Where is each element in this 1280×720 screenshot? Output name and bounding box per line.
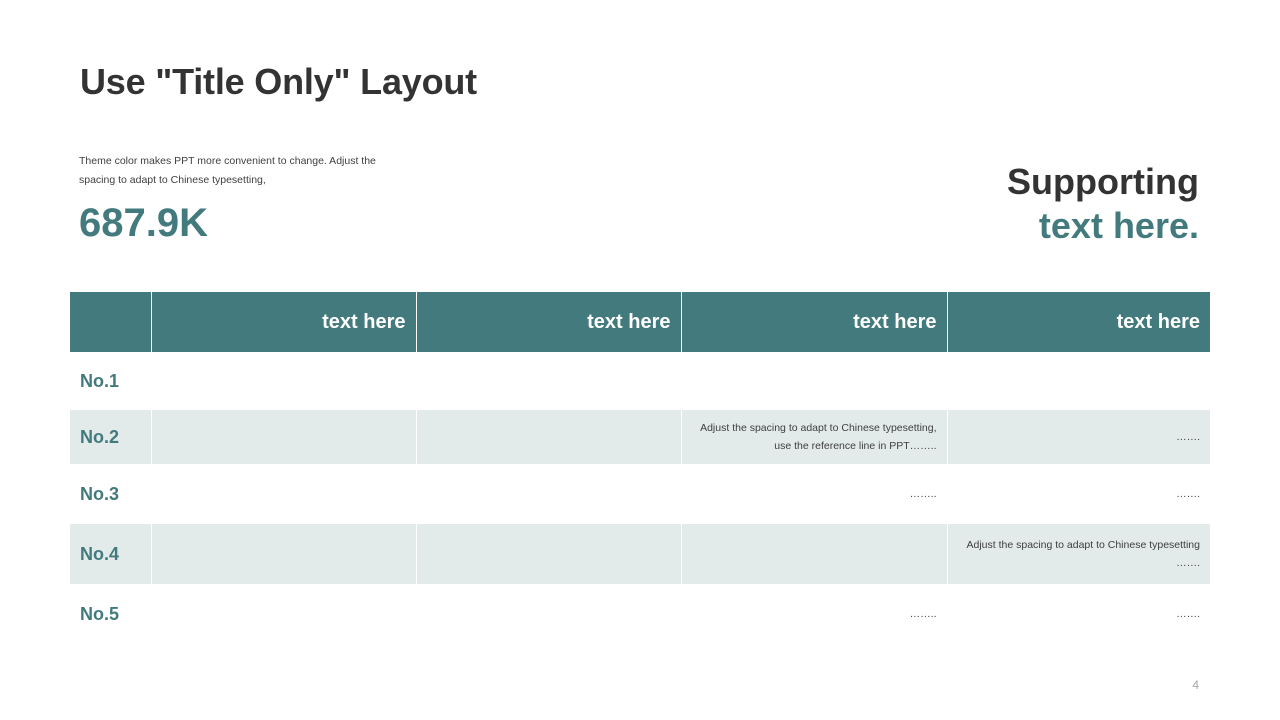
table-cell [416,410,682,464]
row-label: No.2 [70,410,152,464]
table-header-cell: text here [151,292,417,352]
table-cell: …….. [681,584,948,644]
data-table: text here text here text here text here … [70,292,1210,644]
big-number: 687.9K [79,201,208,245]
table-cell [151,410,417,464]
table-cell [416,352,682,410]
table-cell [151,524,417,584]
description-text: Theme color makes PPT more convenient to… [79,155,376,186]
table-cell [151,584,417,644]
table-cell [416,524,682,584]
row-label: No.3 [70,464,152,524]
table-row: No.1 [70,352,1210,410]
table-row: No.4 Adjust the spacing to adapt to Chin… [70,524,1210,584]
table-cell: ……. [1176,488,1200,500]
table-cell: ……. [947,410,1210,464]
table-row: No.5 …….. ……. [70,584,1210,644]
table-cell [681,352,948,410]
table-cell: Adjust the spacing to adapt to Chinese t… [681,410,948,464]
row-label: No.4 [70,524,152,584]
table-cell: …….. [681,464,948,524]
supporting-text: Supporting text here. [1007,160,1199,248]
table-cell [151,352,417,410]
slide-title: Use "Title Only" Layout [80,61,477,102]
supporting-text-line2: text here. [1038,205,1199,246]
table-header-row: text here text here text here text here [70,292,1210,352]
table-cell [416,464,682,524]
table-header-cell: text here [947,292,1210,352]
table-cell [947,352,1210,410]
table-cell [151,464,417,524]
row-label: No.1 [70,352,152,410]
table-cell: Adjust the spacing to adapt to Chinese t… [947,524,1210,584]
page-number: 4 [1192,678,1199,692]
table-header-cell: text here [416,292,682,352]
table-row: No.2 Adjust the spacing to adapt to Chin… [70,410,1210,464]
table-cell [416,584,682,644]
table-cell: ……. [1176,608,1200,620]
table-header-cell [70,292,152,352]
table-header-cell: text here [681,292,948,352]
table-cell [681,524,948,584]
supporting-text-line1: Supporting [1007,161,1199,202]
row-label: No.5 [70,584,152,644]
table-row: No.3 …….. ……. [70,464,1210,524]
